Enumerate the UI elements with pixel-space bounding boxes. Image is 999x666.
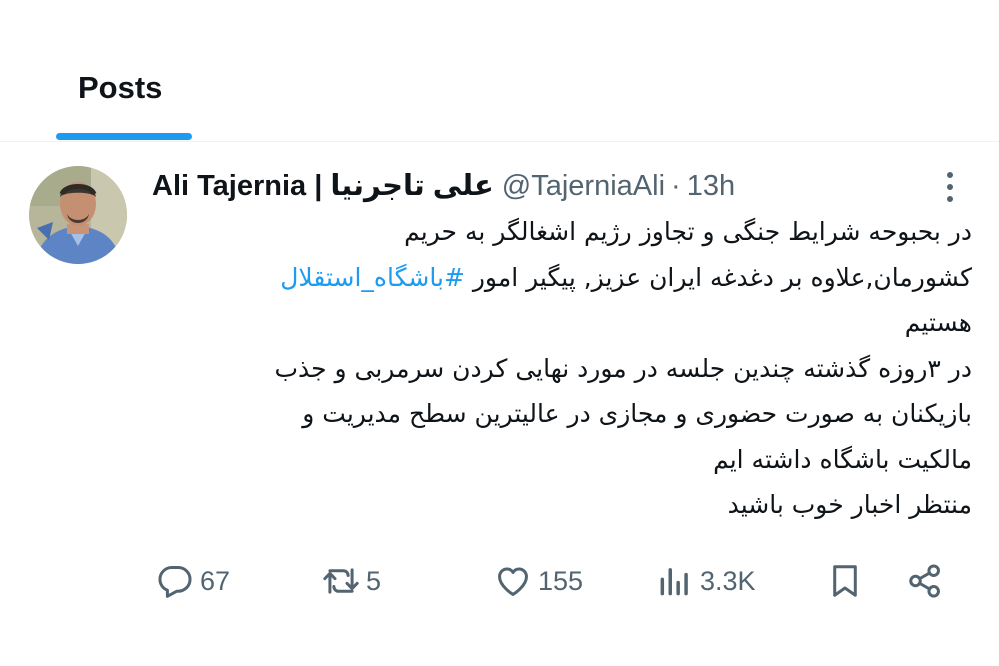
tweet-text-line: منتظر اخبار خوب باشید: [727, 490, 972, 519]
avatar-photo: [29, 166, 127, 264]
tweet-text-line: در ۳روزه گذشته چندین جلسه در مورد نهایی …: [274, 353, 972, 383]
tweet-text-line: هستیم: [904, 308, 972, 337]
reply-count: 67: [200, 565, 231, 596]
tweet-text-line: کشورمان,علاوه بر دغدغه ایران عزیز, پیگیر…: [160, 255, 972, 301]
tab-bar: Posts: [0, 0, 999, 142]
avatar[interactable]: [29, 166, 127, 264]
like-count: 155: [538, 565, 584, 596]
author-handle[interactable]: @TajerniaAli: [502, 170, 665, 202]
tweet-text-line: بازیکنان به صورت حضوری و مجازی در عالیتر…: [302, 399, 972, 428]
repost-count: 5: [366, 565, 382, 596]
like-button[interactable]: 155: [494, 556, 583, 606]
tweet[interactable]: Ali Tajernia | علی تاجرنیا @TajerniaAli · 1…: [0, 143, 999, 666]
tweet-text: در بحبوحه شرایط جنگی و تجاوز رژیم اشغالگ…: [160, 209, 972, 528]
views-button[interactable]: 3.3K: [656, 556, 756, 606]
tweet-text-line: در بحبوحه شرایط جنگی و تجاوز رژیم اشغالگ…: [404, 217, 972, 246]
more-button[interactable]: [936, 169, 964, 205]
view-count: 3.3K: [700, 565, 756, 596]
heart-icon: [498, 567, 528, 596]
share-icon: [909, 564, 940, 598]
reply-button[interactable]: 67: [156, 556, 230, 606]
bookmark-button[interactable]: [826, 556, 864, 606]
tweet-text-segment: کشورمان,علاوه بر دغدغه ایران عزیز, پیگیر…: [464, 262, 972, 292]
tweet-actions: 67 5 155 3.3K: [0, 556, 999, 606]
retweet-icon: [323, 568, 359, 594]
speech-bubble-icon: [158, 566, 192, 598]
bar-chart-icon: [660, 568, 688, 596]
tweet-text-line: مالکیت باشگاه داشته ایم: [713, 444, 972, 474]
repost-button[interactable]: 5: [322, 556, 381, 606]
author-display-name[interactable]: Ali Tajernia | علی تاجرنیا: [152, 170, 494, 202]
tweet-header: Ali Tajernia | علی تاجرنیا @TajerniaAli · 1…: [152, 167, 735, 207]
tweet-timestamp[interactable]: 13h: [687, 170, 735, 202]
bookmark-icon: [833, 565, 857, 597]
share-button[interactable]: [906, 556, 944, 606]
tab-posts-label: Posts: [78, 70, 163, 105]
vertical-dots-icon: [947, 172, 953, 202]
hashtag-link[interactable]: #باشگاه_استقلال: [280, 263, 465, 292]
tab-active-indicator: [56, 133, 192, 140]
tab-posts[interactable]: Posts: [56, 62, 192, 142]
separator-dot: ·: [671, 170, 681, 202]
